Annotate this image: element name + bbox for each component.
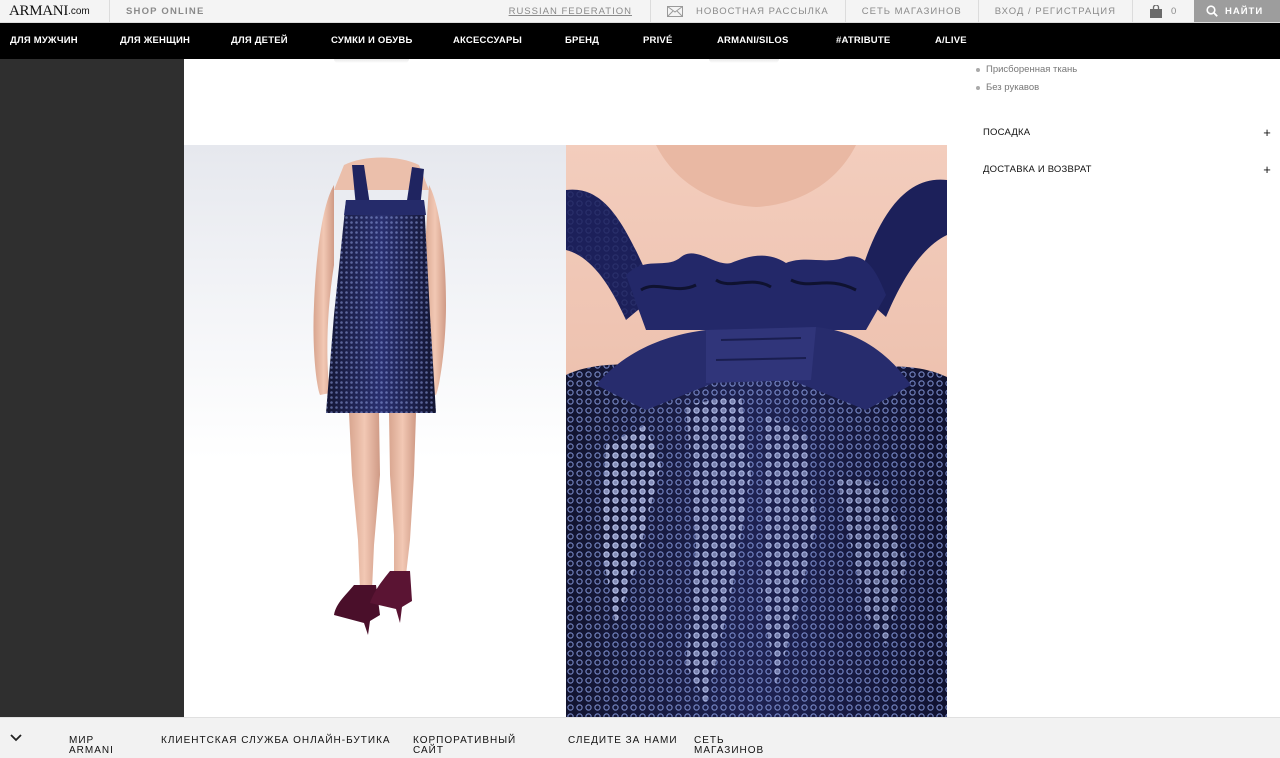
- armani-logo[interactable]: ARMANI .com: [0, 0, 110, 22]
- footer-item-line: САЙТ: [413, 745, 444, 756]
- product-details-panel: Присборенная ткань Без рукавов ПОСАДКА +…: [947, 59, 1280, 717]
- feature-text: Присборенная ткань: [986, 64, 1078, 75]
- newsletter-label: НОВОСТНАЯ РАССЫЛКА: [695, 5, 829, 17]
- image-gallery-top: [184, 59, 947, 145]
- dress-closeup-illustration: [566, 145, 947, 717]
- utility-bar: ARMANI .com SHOP ONLINE RUSSIAN FEDERATIO…: [0, 0, 1280, 23]
- footer-follow-us[interactable]: СЛЕДИТЕ ЗА НАМИ: [568, 736, 678, 746]
- nav-item-bags-shoes[interactable]: СУМКИ И ОБУВЬ: [331, 35, 412, 46]
- shop-online-label[interactable]: SHOP ONLINE: [110, 0, 204, 22]
- footer-corporate-site[interactable]: КОРПОРАТИВНЫЙ САЙТ: [413, 736, 516, 756]
- chevron-down-icon[interactable]: [10, 734, 22, 742]
- logo-domain-text: .com: [68, 5, 90, 17]
- footer-world-armani[interactable]: МИР ARMANI: [69, 736, 114, 756]
- nav-item-a-live[interactable]: A/LIVE: [935, 35, 967, 46]
- previous-image-edge-2: [709, 59, 779, 63]
- accordion-fit[interactable]: ПОСАДКА +: [983, 126, 1271, 139]
- logo-main-text: ARMANI: [9, 2, 69, 19]
- main-navigation: ДЛЯ МУЖЧИН ДЛЯ ЖЕНЩИН ДЛЯ ДЕТЕЙ СУМКИ И …: [0, 23, 1280, 59]
- plus-icon[interactable]: +: [1263, 126, 1271, 139]
- accordion-shipping-returns[interactable]: ДОСТАВКА И ВОЗВРАТ +: [983, 163, 1271, 176]
- envelope-icon: [666, 5, 683, 17]
- store-locator-link[interactable]: СЕТЬ МАГАЗИНОВ: [844, 0, 978, 22]
- nav-item-accessories[interactable]: АКСЕССУАРЫ: [453, 35, 522, 46]
- nav-item-atribute[interactable]: #ATRIBUTE: [836, 35, 890, 46]
- footer-store-network[interactable]: СЕТЬ МАГАЗИНОВ: [694, 736, 764, 756]
- country-selector[interactable]: RUSSIAN FEDERATION: [493, 0, 650, 22]
- dress-back-illustration: [313, 157, 446, 635]
- feature-text: Без рукавов: [986, 82, 1040, 93]
- footer-item-line: МАГАЗИНОВ: [694, 745, 765, 756]
- search-label: НАЙТИ: [1225, 5, 1264, 17]
- product-image-back-view[interactable]: [184, 145, 566, 717]
- accordion-shipping-label: ДОСТАВКА И ВОЗВРАТ: [983, 164, 1092, 175]
- cart-count: 0: [1171, 5, 1177, 17]
- feature-bullet: Без рукавов: [976, 82, 1039, 93]
- feature-bullet: Присборенная ткань: [976, 64, 1077, 75]
- footer-item-line: СЛЕДИТЕ ЗА НАМИ: [568, 735, 678, 746]
- accordion-fit-label: ПОСАДКА: [983, 127, 1031, 138]
- product-image-closeup[interactable]: [566, 145, 947, 717]
- previous-image-edge: [334, 59, 409, 63]
- cart-button[interactable]: 0: [1132, 0, 1194, 22]
- left-panel: [0, 59, 184, 717]
- nav-item-kids[interactable]: ДЛЯ ДЕТЕЙ: [231, 35, 288, 46]
- nav-item-brand[interactable]: БРЕНД: [565, 35, 599, 46]
- shopping-bag-icon: [1150, 4, 1162, 18]
- search-button[interactable]: НАЙТИ: [1194, 0, 1280, 22]
- footer-customer-service[interactable]: КЛИЕНТСКАЯ СЛУЖБА ОНЛАЙН-БУТИКА: [161, 736, 391, 746]
- nav-item-armani-silos[interactable]: ARMANI/SILOS: [717, 35, 789, 46]
- login-register-link[interactable]: ВХОД / РЕГИСТРАЦИЯ: [977, 0, 1132, 22]
- footer-item-line: ARMANI: [69, 745, 114, 756]
- footer-bar: МИР ARMANI КЛИЕНТСКАЯ СЛУЖБА ОНЛАЙН-БУТИ…: [0, 717, 1280, 758]
- newsletter-link[interactable]: НОВОСТНАЯ РАССЫЛКА: [649, 0, 845, 22]
- nav-item-men[interactable]: ДЛЯ МУЖЧИН: [10, 35, 78, 46]
- footer-item-line: КЛИЕНТСКАЯ СЛУЖБА ОНЛАЙН-БУТИКА: [161, 735, 391, 746]
- nav-item-women[interactable]: ДЛЯ ЖЕНЩИН: [120, 35, 190, 46]
- nav-item-prive[interactable]: PRIVÉ: [643, 35, 673, 46]
- plus-icon[interactable]: +: [1263, 163, 1271, 176]
- search-icon: [1206, 5, 1218, 17]
